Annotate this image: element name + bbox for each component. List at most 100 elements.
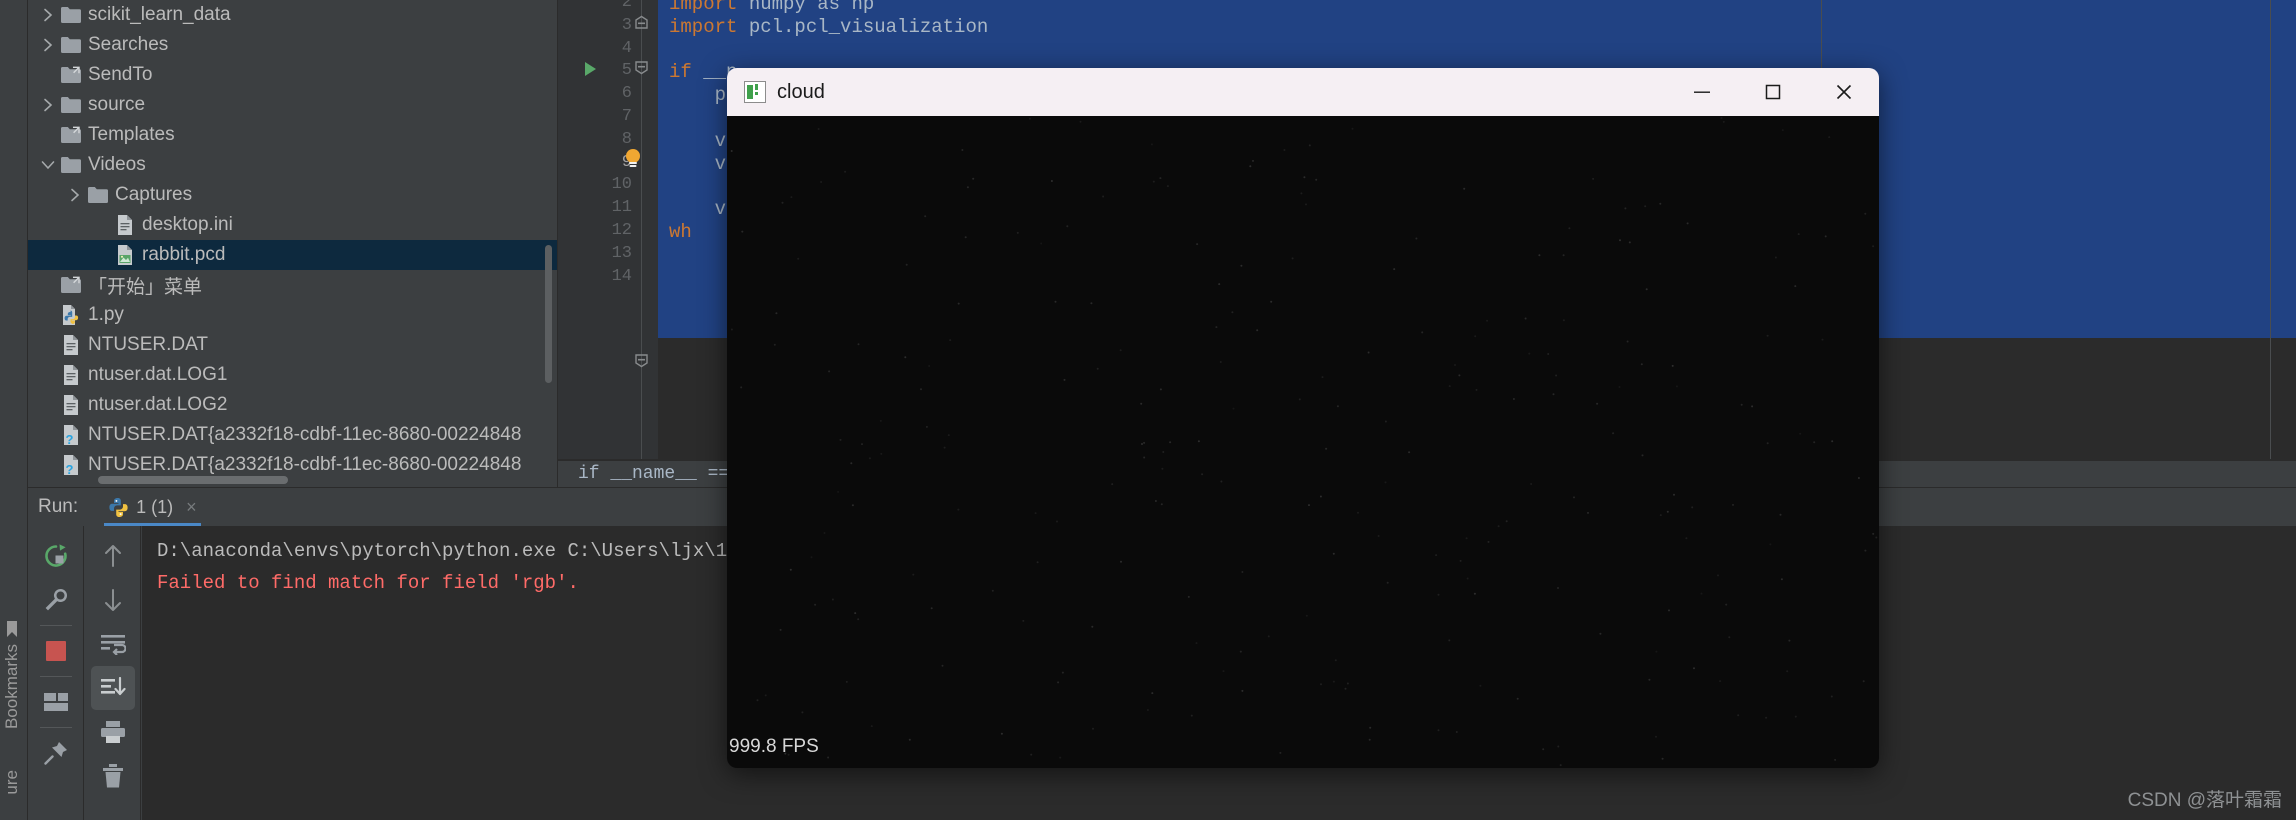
tree-item-label: rabbit.pcd	[142, 244, 226, 265]
svg-text:?: ?	[66, 432, 74, 446]
tree-item-label: ntuser.dat.LOG2	[88, 394, 228, 415]
code-line: import pcl.pcl_visualization	[669, 16, 988, 38]
code-line: v	[669, 198, 726, 220]
image-file-icon	[112, 244, 138, 266]
tree-item-9[interactable]: 「开始」菜单	[28, 270, 558, 300]
tree-horizontal-scrollbar[interactable]	[98, 476, 288, 484]
tree-item-3[interactable]: source	[28, 90, 558, 120]
folder-shortcut-icon	[58, 126, 84, 144]
gutter-line-number: 9	[621, 152, 632, 172]
close-button[interactable]	[1808, 68, 1879, 116]
tree-item-label: SendTo	[88, 64, 153, 85]
tree-item-1[interactable]: Searches	[28, 30, 558, 60]
tree-item-label: 1.py	[88, 304, 124, 325]
chevron-right-icon[interactable]	[38, 38, 58, 52]
gutter-line-number: 6	[621, 84, 632, 104]
tree-item-13[interactable]: ntuser.dat.LOG2	[28, 390, 558, 420]
chevron-down-icon[interactable]	[38, 160, 58, 170]
folder-shortcut-icon	[58, 276, 84, 294]
run-tab-1[interactable]: 1 (1) ×	[104, 488, 201, 526]
unknown-file-icon: ?	[58, 424, 84, 446]
folder-icon	[58, 36, 84, 54]
cloud-window[interactable]: cloud 999.8 FPS	[727, 68, 1879, 768]
code-text: numpy as np	[737, 0, 875, 15]
code-text: v	[669, 198, 727, 221]
dat-file-icon	[58, 394, 84, 416]
unknown-file-icon: ?	[58, 454, 84, 476]
gutter-line-number: 7	[621, 107, 632, 126]
tree-item-14[interactable]: ? NTUSER.DAT{a2332f18-cdbf-11ec-8680-0022…	[28, 420, 558, 450]
csdn-watermark: CSDN @落叶霜霜	[2127, 790, 2282, 811]
run-tab-title: 1 (1)	[136, 496, 174, 517]
gutter-line-number: 14	[611, 266, 632, 286]
cloud-titlebar[interactable]: cloud	[727, 68, 1879, 116]
stop-button[interactable]	[34, 629, 78, 673]
tree-item-0[interactable]: scikit_learn_data	[28, 0, 558, 30]
code-keyword: if	[669, 61, 692, 84]
close-icon[interactable]: ×	[186, 497, 197, 518]
print-button[interactable]	[91, 710, 135, 754]
editor-gutter[interactable]: 2 3 4 5 6 7 8 9 10 11 12 13 14	[558, 0, 658, 460]
fold-marker-end[interactable]	[634, 353, 649, 368]
dat-file-icon	[58, 334, 84, 356]
tree-item-label: scikit_learn_data	[88, 4, 231, 25]
sidebar-item-bookmarks[interactable]: Bookmarks	[2, 620, 22, 729]
tree-item-label: desktop.ini	[142, 214, 233, 235]
tree-item-label: NTUSER.DAT{a2332f18-cdbf-11ec-8680-00224…	[88, 424, 522, 445]
tree-item-4[interactable]: Templates	[28, 120, 558, 150]
code-line: import numpy as np	[669, 0, 874, 15]
toolbar-separator	[39, 676, 72, 677]
code-text: pcl.pcl_visualization	[737, 15, 989, 38]
tree-item-12[interactable]: ntuser.dat.LOG1	[28, 360, 558, 390]
chevron-right-icon[interactable]	[38, 98, 58, 112]
pin-button[interactable]	[34, 731, 78, 775]
soft-wrap-button[interactable]	[91, 622, 135, 666]
tree-item-label: Templates	[88, 124, 175, 145]
maximize-button[interactable]	[1737, 68, 1808, 116]
dat-file-icon	[58, 364, 84, 386]
tree-item-7[interactable]: desktop.ini	[28, 210, 558, 240]
chevron-right-icon[interactable]	[65, 188, 85, 202]
code-line: wh	[669, 221, 692, 243]
cloud-window-title: cloud	[777, 80, 825, 103]
tree-item-5[interactable]: Videos	[28, 150, 558, 180]
point-cloud-canvas[interactable]: 999.8 FPS	[727, 116, 1879, 768]
tree-item-10[interactable]: 1.py	[28, 300, 558, 330]
settings-wrench-button[interactable]	[34, 578, 78, 622]
gutter-line-number: 10	[611, 175, 632, 195]
minimize-button[interactable]	[1666, 68, 1737, 116]
tree-item-label: NTUSER.DAT{a2332f18-cdbf-11ec-8680-00224…	[88, 454, 522, 475]
tree-item-8[interactable]: rabbit.pcd	[28, 240, 558, 270]
layout-button[interactable]	[34, 680, 78, 724]
rerun-button[interactable]	[34, 534, 78, 578]
svg-text:?: ?	[66, 462, 74, 476]
chevron-right-icon[interactable]	[38, 8, 58, 22]
run-label: Run:	[38, 496, 79, 517]
tree-vertical-scrollbar[interactable]	[545, 245, 552, 383]
gutter-line-number: 3	[621, 15, 632, 35]
arrow-up-button[interactable]	[91, 534, 135, 578]
gutter-line-number: 12	[611, 221, 632, 240]
folder-icon	[58, 96, 84, 114]
gutter-line-number: 11	[611, 198, 632, 218]
run-gutter-icon[interactable]	[585, 62, 596, 76]
run-toolbar-primary	[28, 526, 84, 820]
tree-item-6[interactable]: Captures	[28, 180, 558, 210]
tree-item-label: ntuser.dat.LOG1	[88, 364, 228, 385]
scroll-to-end-button[interactable]	[90, 666, 135, 710]
trash-button[interactable]	[91, 754, 135, 798]
fold-marker-main[interactable]	[634, 60, 649, 75]
screen: Bookmarks ure scikit_learn_data Searches S…	[0, 0, 2296, 820]
sidebar-item-structure[interactable]: ure	[2, 770, 22, 795]
tree-item-2[interactable]: SendTo	[28, 60, 558, 90]
fold-marker-import[interactable]	[634, 15, 649, 30]
folder-icon	[85, 186, 111, 204]
python-icon	[108, 497, 129, 518]
cloud-window-controls	[1666, 68, 1879, 116]
tree-item-label: Captures	[115, 184, 193, 205]
intention-bulb-icon[interactable]	[624, 148, 642, 168]
project-file-tree[interactable]: scikit_learn_data Searches SendTo source Tem…	[28, 0, 558, 487]
tree-item-11[interactable]: NTUSER.DAT	[28, 330, 558, 360]
ini-file-icon	[112, 214, 138, 236]
arrow-down-button[interactable]	[91, 578, 135, 622]
